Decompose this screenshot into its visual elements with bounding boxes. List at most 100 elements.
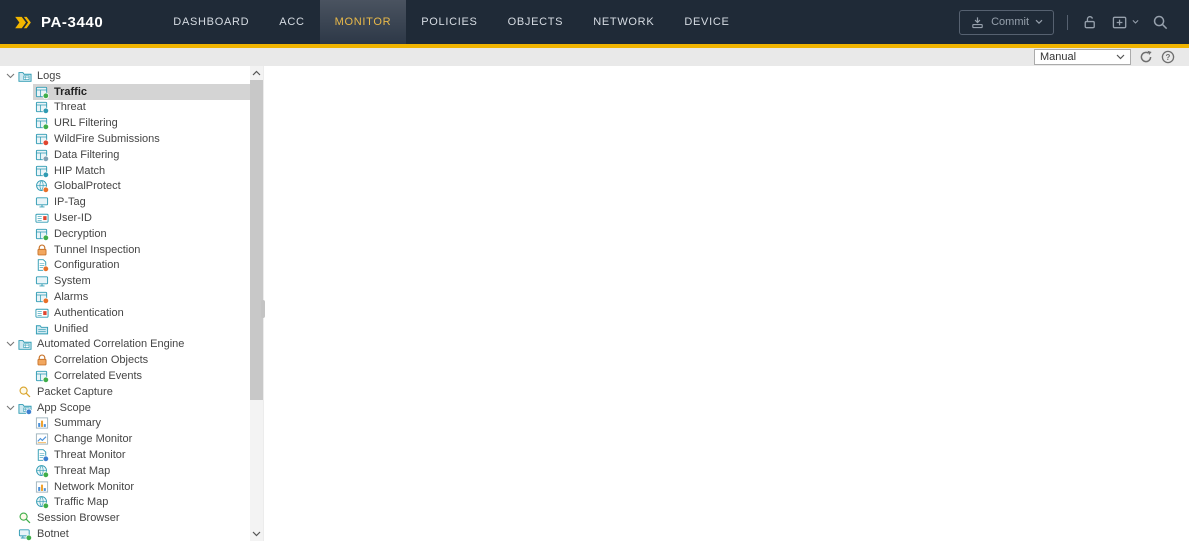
tree-item-label: WildFire Submissions (54, 133, 160, 146)
nav-tab-network[interactable]: NETWORK (578, 0, 669, 44)
brand: PA-3440 (0, 0, 103, 44)
tree-item-label: Botnet (37, 528, 69, 540)
tree-item-network-monitor[interactable]: Network Monitor (0, 479, 250, 495)
tree-item-ip-tag[interactable]: IP-Tag (0, 194, 250, 210)
traffic-map-icon (35, 495, 49, 510)
threat-icon (35, 100, 49, 115)
tree-item-decryption[interactable]: Decryption (0, 226, 250, 242)
top-navigation-bar: PA-3440 DASHBOARD ACC MONITOR POLICIES O… (0, 0, 1189, 44)
packet-capture-icon (18, 385, 32, 399)
secondary-toolbar: Manual ? (0, 48, 1189, 66)
main-content (264, 66, 1189, 541)
tree-item-label: Threat Monitor (54, 449, 126, 462)
refresh-icon[interactable] (1139, 50, 1153, 64)
tree-item-wildfire-submissions[interactable]: WildFire Submissions (0, 131, 250, 147)
commit-button[interactable]: Commit (959, 9, 1054, 35)
nav-tab-acc[interactable]: ACC (264, 0, 319, 44)
scrollbar-thumb[interactable] (250, 80, 263, 400)
tree-item-system[interactable]: System (0, 273, 250, 289)
svg-text:?: ? (1166, 53, 1171, 62)
tree-item-globalprotect[interactable]: GlobalProtect (0, 179, 250, 195)
nav-tab-dashboard[interactable]: DASHBOARD (158, 0, 264, 44)
unlocked-padlock-icon[interactable] (1081, 14, 1098, 31)
threat-monitor-icon (35, 448, 49, 463)
tree-item-label: System (54, 275, 91, 288)
traffic-icon (35, 85, 49, 99)
nav-tab-device[interactable]: DEVICE (669, 0, 744, 44)
tree-item-authentication[interactable]: Authentication (0, 305, 250, 321)
tree-item-label: Threat Map (54, 464, 111, 477)
alarms-icon (35, 290, 49, 305)
session-browser-icon (18, 511, 32, 525)
wildfire-submissions-icon (35, 132, 49, 147)
tree-item-label: User-ID (54, 212, 92, 225)
tree-item-user-id[interactable]: User-ID (0, 210, 250, 226)
tree-item-label: HIP Match (54, 164, 106, 177)
tree-item-label: Authentication (54, 306, 124, 319)
logs-icon (18, 69, 32, 83)
tree-item-label: Packet Capture (37, 385, 113, 398)
commit-label: Commit (991, 16, 1029, 28)
tree-item-unified[interactable]: Unified (0, 321, 250, 337)
tree-item-automated-correlation-engine[interactable]: Automated Correlation Engine (0, 337, 250, 353)
url-filtering-icon (35, 116, 49, 131)
tree-item-summary[interactable]: Summary (0, 416, 250, 432)
tree-item-packet-capture[interactable]: Packet Capture (0, 384, 250, 400)
tree-item-label: Logs (37, 69, 61, 82)
tree-item-url-filtering[interactable]: URL Filtering (0, 115, 250, 131)
unified-icon (35, 322, 49, 336)
tree-item-configuration[interactable]: Configuration (0, 258, 250, 274)
expander-chevron-down-icon[interactable] (4, 73, 16, 79)
summary-icon (35, 416, 49, 430)
tree-item-label: Traffic (54, 85, 88, 98)
tree-item-label: Traffic Map (54, 496, 109, 509)
tree-item-threat-map[interactable]: Threat Map (0, 463, 250, 479)
tree-item-correlation-objects[interactable]: Correlation Objects (0, 352, 250, 368)
nav-tab-objects[interactable]: OBJECTS (493, 0, 579, 44)
tree-item-tunnel-inspection[interactable]: Tunnel Inspection (0, 242, 250, 258)
tree-item-label: GlobalProtect (54, 180, 121, 193)
tree-item-session-browser[interactable]: Session Browser (0, 510, 250, 526)
tree-item-label: Automated Correlation Engine (37, 338, 185, 351)
tree-item-logs[interactable]: Logs (0, 68, 250, 84)
tree-item-traffic-map[interactable]: Traffic Map (0, 495, 250, 511)
scroll-down-button[interactable] (250, 527, 263, 541)
refresh-interval-select[interactable]: Manual (1034, 49, 1131, 65)
botnet-icon (18, 527, 32, 541)
search-icon[interactable] (1152, 14, 1169, 31)
authentication-icon (35, 306, 49, 320)
tree-item-hip-match[interactable]: HIP Match (0, 163, 250, 179)
nav-tab-monitor[interactable]: MONITOR (319, 0, 407, 44)
expander-chevron-down-icon[interactable] (4, 341, 16, 347)
sidebar-splitter-handle[interactable] (261, 300, 265, 318)
configuration-icon (35, 258, 49, 273)
tunnel-inspection-icon (35, 243, 49, 257)
tree-item-app-scope[interactable]: App Scope (0, 400, 250, 416)
expander-chevron-down-icon[interactable] (4, 405, 16, 411)
tree-item-label: Configuration (54, 259, 120, 272)
network-monitor-icon (35, 480, 49, 494)
tree-item-correlated-events[interactable]: Correlated Events (0, 368, 250, 384)
tree-item-threat[interactable]: Threat (0, 100, 250, 116)
tree-item-alarms[interactable]: Alarms (0, 289, 250, 305)
nav-tab-policies[interactable]: POLICIES (406, 0, 492, 44)
scroll-up-button[interactable] (250, 66, 263, 80)
tree-item-label: Decryption (54, 227, 107, 240)
help-icon[interactable]: ? (1161, 50, 1175, 64)
tree-item-threat-monitor[interactable]: Threat Monitor (0, 447, 250, 463)
chevron-down-icon (1035, 19, 1043, 25)
tree-item-change-monitor[interactable]: Change Monitor (0, 431, 250, 447)
refresh-interval-value: Manual (1040, 51, 1077, 63)
tree-item-label: Correlated Events (54, 370, 143, 383)
tree-item-label: Session Browser (37, 512, 120, 525)
tree-item-traffic[interactable]: Traffic (0, 83, 250, 100)
tree-item-label: Threat (54, 101, 86, 114)
chevron-down-icon (1116, 54, 1125, 60)
tree-item-data-filtering[interactable]: Data Filtering (0, 147, 250, 163)
tree-item-label: Summary (54, 417, 102, 430)
correlated-events-icon (35, 369, 49, 384)
change-monitor-icon (35, 432, 49, 446)
tree-item-label: Change Monitor (54, 433, 133, 446)
tree-item-botnet[interactable]: Botnet (0, 526, 250, 541)
config-audit-icon[interactable] (1111, 14, 1139, 31)
